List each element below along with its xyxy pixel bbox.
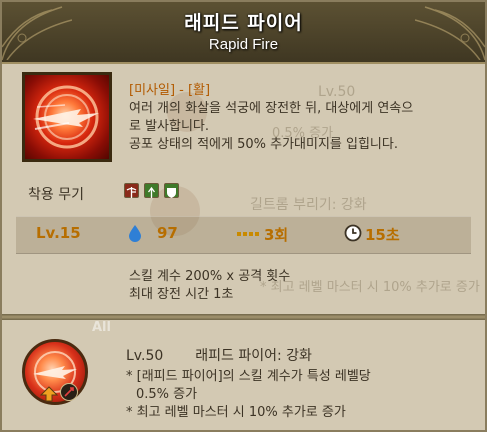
ghost-title: 길트롬 부리기: 강화 xyxy=(250,197,367,213)
skill-tooltip: Lv.50 길트롬 부리기: 강화 0.5% 증가 * 최고 레벨 마스터 시 … xyxy=(0,0,487,432)
skill-description-line-2: 로 발사합니다. xyxy=(129,119,210,134)
ghost-line-2: * 최고 레벨 마스터 시 10% 추가로 증가 xyxy=(260,280,480,295)
weapon-label: 착용 무기 xyxy=(28,187,84,203)
skill-coefficient: 스킬 계수 200% x 공격 횟수 xyxy=(129,269,291,284)
crossbow-weapon-icon xyxy=(124,183,139,198)
shield-weapon-icon xyxy=(164,183,179,198)
use-count: 3회 xyxy=(264,226,289,244)
enhance-badge-icon xyxy=(60,383,78,401)
skill-name: 래피드 파이어 xyxy=(184,12,303,34)
enhancement-level: Lv.50 xyxy=(126,348,164,364)
rapid-fire-skill-icon xyxy=(22,72,112,162)
ammo-icon xyxy=(237,232,259,236)
skill-description-line-3: 공포 상태의 적에게 50% 추가대미지를 입힙니다. xyxy=(129,137,398,152)
arrow-weapon-icon xyxy=(144,183,159,198)
skill-name-english: Rapid Fire xyxy=(208,36,279,53)
clock-icon xyxy=(344,224,362,242)
mp-cost: 97 xyxy=(157,224,178,242)
max-charge-time: 최대 장전 시간 1초 xyxy=(129,287,234,302)
enhancement-title: Lv.50 래피드 파이어: 강화 xyxy=(126,345,312,365)
skill-description-line-1: 여러 개의 화살을 석궁에 장전한 뒤, 대상에게 연속으 xyxy=(129,101,414,116)
tooltip-header: 래피드 파이어 Rapid Fire xyxy=(2,2,485,64)
ghost-tab-all: All xyxy=(92,320,111,335)
enhancement-line-2: 0.5% 증가 xyxy=(136,387,198,402)
enhancement-name: 래피드 파이어: 강화 xyxy=(195,348,312,364)
skill-level: Lv.15 xyxy=(36,224,81,242)
enhancement-line-1: * [래피드 파이어]의 스킬 계수가 특성 레벨당 xyxy=(126,369,371,384)
section-divider xyxy=(2,314,485,320)
skill-category: [미사일] - [활] xyxy=(129,83,211,98)
cooldown: 15초 xyxy=(365,226,400,244)
water-drop-icon xyxy=(129,225,141,242)
upgrade-arrow-icon xyxy=(40,386,58,402)
enhancement-line-3: * 최고 레벨 마스터 시 10% 추가로 증가 xyxy=(126,405,346,420)
